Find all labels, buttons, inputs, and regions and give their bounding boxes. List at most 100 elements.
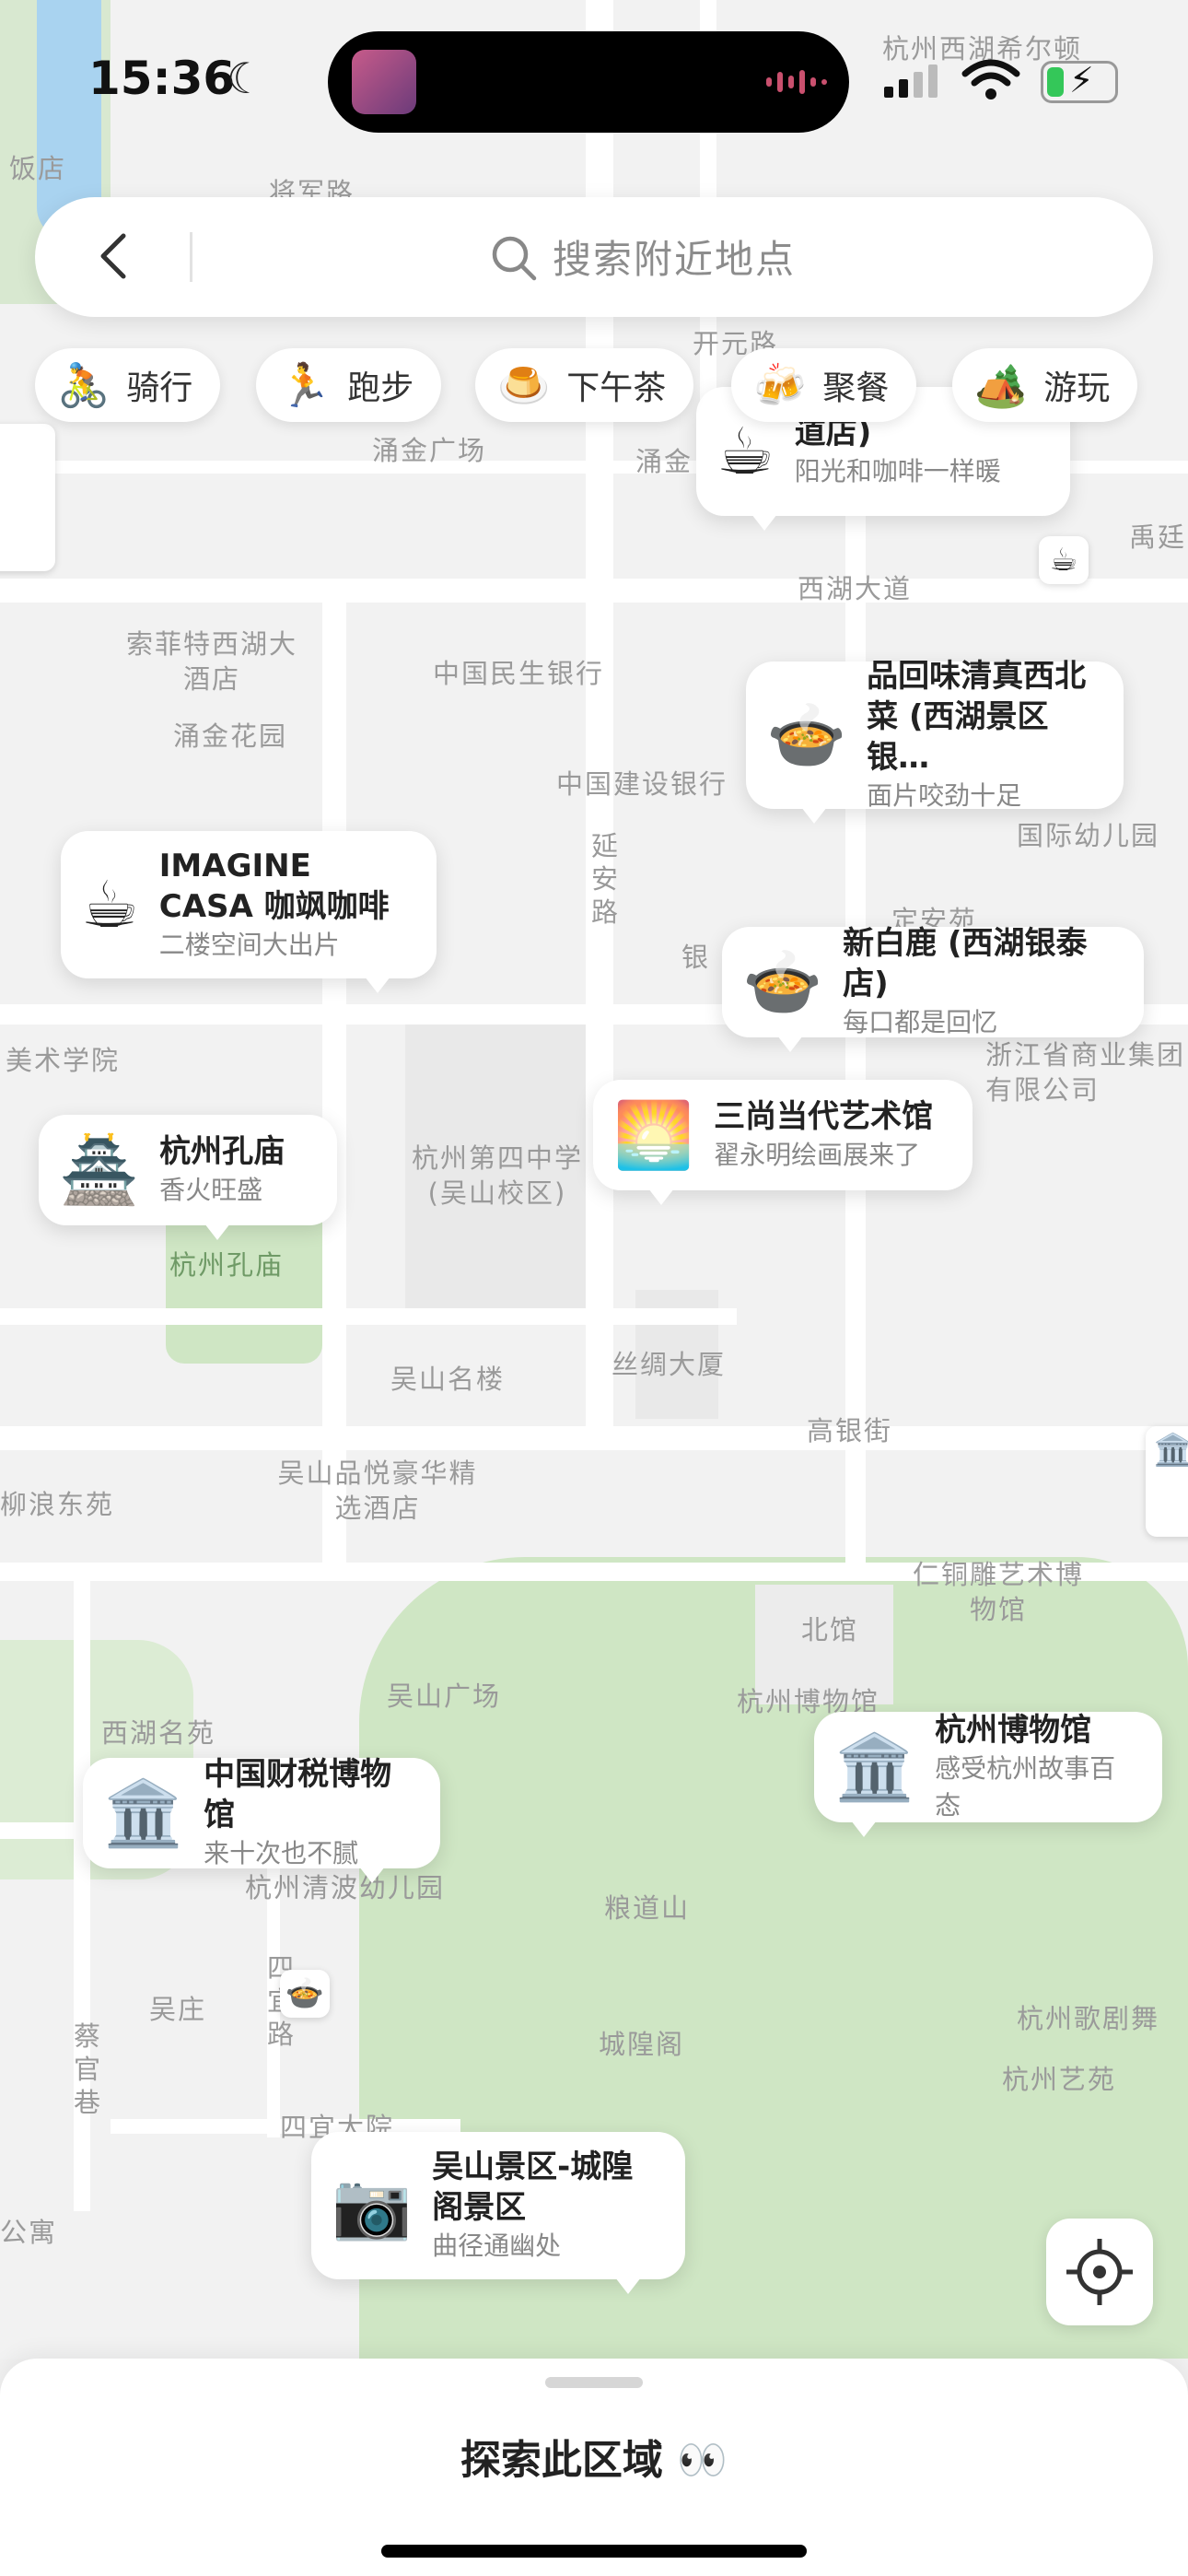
road: [0, 1308, 737, 1325]
chip-dining[interactable]: 🍻 聚餐: [731, 348, 917, 422]
beer-mugs-icon: 🍻: [753, 360, 807, 410]
poi-subtitle: 二楼空间大出片: [158, 930, 340, 960]
bottom-sheet[interactable]: 探索此区域 👀: [0, 2359, 1188, 2576]
museum-icon: 🏛️: [103, 1775, 184, 1851]
map-label: 仁铜雕艺术博物馆: [912, 1559, 1084, 1625]
chip-play[interactable]: 🏕️ 游玩: [952, 348, 1138, 422]
cycling-icon: 🚴: [57, 360, 111, 410]
poi-callout[interactable]: 🍲 新白鹿 (西湖银泰店) 每口都是回忆: [722, 925, 1144, 1052]
road: [322, 590, 346, 1566]
map-label: 杭州清波幼儿园: [245, 1872, 446, 1903]
poi-callout[interactable]: 🌅 三尚当代艺术馆 翟永明绘画展来了: [593, 1080, 973, 1205]
poi-subtitle: 阳光和咖啡一样暖: [794, 456, 1001, 486]
map-label: 杭州孔庙: [169, 1249, 285, 1281]
search-input[interactable]: 搜索附近地点: [553, 228, 796, 285]
poi-title: 中国财税博物馆: [204, 1756, 392, 1833]
noodle-bowl-icon: 🍲: [766, 697, 847, 773]
poi-title: 杭州孔庙: [159, 1133, 285, 1170]
back-icon[interactable]: [90, 230, 142, 282]
map-label: 粮道山: [604, 1892, 691, 1924]
poi-title: 品回味清真西北菜 (西湖景区银…: [867, 658, 1087, 776]
map-label: 杭州第四中学 (吴山校区): [411, 1142, 583, 1209]
map-label: 高银街: [807, 1415, 893, 1446]
poi-callout[interactable]: 🏛️ 杭州博物馆 感受杭州故事百态: [814, 1712, 1162, 1837]
divider: [190, 232, 192, 282]
chip-running[interactable]: 🏃 跑步: [256, 348, 442, 422]
map-label: 涌金花园: [173, 720, 288, 752]
map-label: 涌金广场: [372, 435, 487, 466]
map-label: 西湖名苑: [101, 1717, 216, 1749]
temple-icon: 🏯: [59, 1132, 140, 1208]
pudding-icon: 🍮: [497, 360, 551, 410]
explore-area-title: 探索此区域 👀: [460, 2437, 728, 2484]
poi-callout[interactable]: 🏛️ 中国财税博物馆 来十次也不腻: [83, 1756, 440, 1883]
poi-subtitle: 感受杭州故事百态: [935, 1753, 1116, 1821]
map-label: 城隍阁: [599, 2029, 685, 2060]
search-bar[interactable]: 搜索附近地点: [35, 197, 1153, 317]
map-label: 禹廷: [1129, 521, 1187, 553]
map-label: 吴山名楼: [390, 1364, 506, 1395]
poi-title: 三尚当代艺术馆: [714, 1098, 934, 1135]
tent-icon: 🏕️: [974, 360, 1028, 410]
poi-callout[interactable]: 🍲 品回味清真西北菜 (西湖景区银… 面片咬劲十足: [746, 658, 1124, 824]
map-label: 杭州歌剧舞: [1017, 2003, 1160, 2034]
map-label: 吴庄: [149, 1994, 207, 2025]
map-label: 索菲特西湖大酒店: [125, 628, 297, 695]
chip-label: 骑行: [126, 369, 193, 407]
map-label: 中国建设银行: [556, 768, 728, 800]
map-label: 延安路: [591, 830, 621, 928]
map-label: 蔡官巷: [74, 2020, 103, 2118]
running-icon: 🏃: [278, 360, 332, 410]
museum-icon: 🏛️: [834, 1729, 915, 1805]
poi-title: IMAGINE CASA 咖飒咖啡: [158, 848, 390, 925]
map-label: 柳浪东苑: [0, 1489, 115, 1520]
map-label: 杭州艺苑: [1002, 2064, 1117, 2095]
map-label: 中国民生银行: [433, 658, 605, 689]
moon-icon: ☾: [227, 53, 265, 103]
dynamic-island[interactable]: [328, 31, 849, 133]
album-art-icon: [352, 50, 416, 114]
map-label: 涌金: [635, 446, 693, 477]
poi-subtitle: 曲径通幽处: [432, 2231, 562, 2261]
map-label: 美术学院: [6, 1045, 121, 1076]
map-label: 浙江省商业集团有限公司: [985, 1039, 1186, 1106]
poi-title: 新白鹿 (西湖银泰店): [843, 925, 1088, 1002]
chip-afternoon-tea[interactable]: 🍮 下午茶: [475, 348, 694, 422]
poi-mini-pin[interactable]: [0, 424, 55, 571]
chip-label: 游玩: [1043, 369, 1111, 407]
coffee-icon: ☕: [81, 867, 139, 943]
poi-mini-pin[interactable]: ☕: [1039, 536, 1089, 584]
map-label: 丝绸大厦: [611, 1349, 727, 1380]
poi-subtitle: 来十次也不腻: [204, 1838, 359, 1868]
crosshair-icon: [1066, 2239, 1133, 2305]
poi-title: 吴山景区-城隍阁景区: [432, 2149, 634, 2226]
noodle-bowl-icon: 🍲: [742, 944, 823, 1020]
map-label: 西湖大道: [798, 573, 913, 604]
poi-callout[interactable]: ☕ IMAGINE CASA 咖飒咖啡 二楼空间大出片: [61, 831, 437, 993]
chip-label: 下午茶: [566, 369, 667, 407]
chip-label: 跑步: [347, 369, 414, 407]
locate-me-button[interactable]: [1046, 2219, 1153, 2325]
sunrise-painting-icon: 🌅: [613, 1097, 694, 1173]
poi-mini-pin[interactable]: 🍲: [280, 1970, 330, 2018]
sheet-grabber[interactable]: [545, 2377, 643, 2388]
poi-subtitle: 每口都是回忆: [843, 1007, 998, 1037]
map-label: 公寓: [0, 2217, 58, 2248]
cellular-signal-icon: [884, 64, 938, 98]
poi-callout[interactable]: 📷 吴山景区-城隍阁景区 曲径通幽处: [311, 2132, 685, 2294]
status-time: 15:36: [88, 52, 236, 105]
chip-cycling[interactable]: 🚴 骑行: [35, 348, 221, 422]
battery-icon: ⚡: [1041, 60, 1118, 103]
camera-icon: 📷: [332, 2168, 413, 2243]
search-icon: [492, 236, 537, 281]
poi-title: 杭州博物馆: [935, 1712, 1092, 1749]
poi-mini-pin[interactable]: 🏛️: [1146, 1426, 1188, 1537]
poi-callout[interactable]: 🏯 杭州孔庙 香火旺盛: [39, 1115, 337, 1240]
home-indicator[interactable]: [381, 2545, 807, 2558]
chip-label: 聚餐: [822, 369, 890, 407]
poi-subtitle: 面片咬劲十足: [867, 780, 1022, 811]
poi-subtitle: 翟永明绘画展来了: [714, 1140, 921, 1170]
map-label: 吴山广场: [387, 1680, 502, 1712]
map-label: 吴山品悦豪华精选酒店: [277, 1458, 478, 1524]
audio-waveform-icon: [766, 70, 827, 94]
